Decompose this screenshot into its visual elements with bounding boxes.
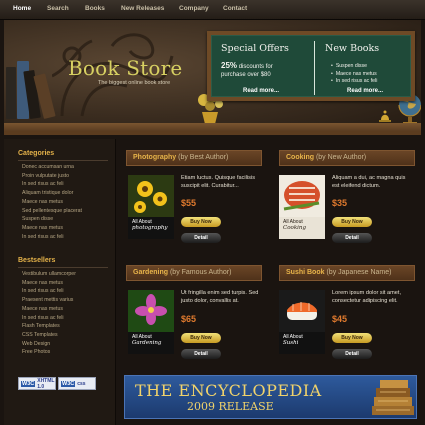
bestseller-link[interactable]: Web Design xyxy=(22,340,76,349)
book-cover-cooking[interactable]: All About Cooking xyxy=(279,175,325,239)
nav-new-releases[interactable]: New Releases xyxy=(121,5,164,12)
new-books-read-more-link[interactable]: Read more... xyxy=(347,88,383,94)
book-cover-sushi[interactable]: All About Sushi xyxy=(279,290,325,354)
category-link[interactable]: Maece nas metus xyxy=(22,224,82,233)
bestseller-link[interactable]: Praesent mettis varius xyxy=(22,296,76,305)
product-description: Ut fringilla enim sed turpis. Sed justo … xyxy=(181,290,259,304)
nav-books[interactable]: Books xyxy=(85,5,105,12)
bestsellers-list: Vestibulum ullamcorper Maece nas metus I… xyxy=(22,270,76,357)
list-item[interactable]: In sed risus ac feli xyxy=(331,78,378,86)
site-title[interactable]: Book Store xyxy=(68,56,182,80)
detail-button[interactable]: Detail xyxy=(332,233,372,243)
special-offer-text: 25% discounts for purchase over $80 xyxy=(221,61,273,79)
nav-company[interactable]: Company xyxy=(179,5,209,12)
product-header-gardening[interactable]: Gardening (by Famous Author) xyxy=(126,265,262,281)
bestseller-link[interactable]: In sed risus ac feli xyxy=(22,314,76,323)
category-link[interactable]: Suspen disse xyxy=(22,215,82,224)
bestseller-link[interactable]: In sed risus ac feli xyxy=(22,287,76,296)
w3c-xhtml-badge[interactable]: W3C XHTML 1.0 xyxy=(18,377,56,390)
buy-now-button[interactable]: Buy Now xyxy=(332,333,372,343)
detail-button[interactable]: Detail xyxy=(332,349,372,359)
book-spine-icon xyxy=(6,67,16,119)
site-tagline: The biggest online book store xyxy=(98,80,171,86)
flower-image-icon xyxy=(128,290,174,332)
product-price: $45 xyxy=(332,314,348,324)
category-link[interactable]: Aliquam tristique dolor xyxy=(22,189,82,198)
food-image-icon xyxy=(279,175,325,217)
product-header-sushi[interactable]: Sushi Book (by Japanese Name) xyxy=(279,265,415,281)
top-nav: Home Search Books New Releases Company C… xyxy=(0,0,425,20)
categories-heading: Categories xyxy=(18,150,55,157)
bestsellers-heading: Bestsellers xyxy=(18,257,56,264)
product-description: Etiam luctus. Quisque facilisis suscipit… xyxy=(181,175,255,189)
product-price: $55 xyxy=(181,198,197,208)
book-cover-gardening[interactable]: All About Gardening xyxy=(128,290,174,354)
nav-search[interactable]: Search xyxy=(47,5,69,12)
encyclopedia-banner[interactable]: THE ENCYCLOPEDIA 2009 RELEASE xyxy=(124,375,417,419)
new-books-title: New Books xyxy=(325,43,380,54)
special-offers-title: Special Offers xyxy=(221,43,289,54)
book-cover-photography[interactable]: All About photography xyxy=(128,175,174,239)
bestseller-link[interactable]: CSS Templates xyxy=(22,331,76,340)
detail-button[interactable]: Detail xyxy=(181,233,221,243)
list-item[interactable]: Maece nas metus xyxy=(331,71,377,79)
bell-icon xyxy=(379,110,391,122)
category-link[interactable]: Maece nas metus xyxy=(22,198,82,207)
sushi-image-icon xyxy=(279,290,325,332)
bestseller-link[interactable]: Maece nas metus xyxy=(22,305,76,314)
category-link[interactable]: Proin vulputate justo xyxy=(22,172,82,181)
nav-home[interactable]: Home xyxy=(13,5,31,12)
divider xyxy=(18,160,108,161)
product-header-photography[interactable]: Photography (by Best Author) xyxy=(126,150,262,166)
product-price: $35 xyxy=(332,198,348,208)
books-stack-icon xyxy=(372,380,414,415)
banner-subtitle: 2009 RELEASE xyxy=(187,400,274,413)
categories-list: Donec accumsan urna Proin vulputate just… xyxy=(22,163,82,241)
board-divider xyxy=(314,41,315,95)
list-item[interactable]: Suspen disse xyxy=(331,63,377,71)
detail-button[interactable]: Detail xyxy=(181,349,221,359)
category-link[interactable]: In sed risus ac feli xyxy=(22,233,82,242)
product-price: $65 xyxy=(181,314,197,324)
bestseller-link[interactable]: Flash Templates xyxy=(22,322,76,331)
bestseller-link[interactable]: Maece nas metus xyxy=(22,279,76,288)
buy-now-button[interactable]: Buy Now xyxy=(181,217,221,227)
divider xyxy=(18,267,108,268)
product-description: Aliquam a dui, ac magna quis est eleifen… xyxy=(332,175,406,189)
buy-now-button[interactable]: Buy Now xyxy=(332,217,372,227)
category-link[interactable]: Sed pellentesque placerat xyxy=(22,207,82,216)
new-books-list: Suspen disse Maece nas metus In sed risu… xyxy=(331,63,378,86)
offers-board: Special Offers 25% discounts for purchas… xyxy=(207,31,415,101)
banner-title: THE ENCYCLOPEDIA xyxy=(135,381,322,400)
sunflower-image-icon xyxy=(128,175,174,217)
product-description: Lorem ipsum dolor sit amet, consectetur … xyxy=(332,290,402,304)
category-link[interactable]: Donec accumsan urna xyxy=(22,163,82,172)
buy-now-button[interactable]: Buy Now xyxy=(181,333,221,343)
category-link[interactable]: In sed risus ac feli xyxy=(22,180,82,189)
shelf xyxy=(4,123,421,131)
nav-contact[interactable]: Contact xyxy=(223,5,247,12)
special-offers-read-more-link[interactable]: Read more... xyxy=(243,88,279,94)
w3c-css-badge[interactable]: W3C css xyxy=(58,377,96,390)
bestseller-link[interactable]: Free Photos xyxy=(22,348,76,357)
bestseller-link[interactable]: Vestibulum ullamcorper xyxy=(22,270,76,279)
product-header-cooking[interactable]: Cooking (by New Author) xyxy=(279,150,415,166)
